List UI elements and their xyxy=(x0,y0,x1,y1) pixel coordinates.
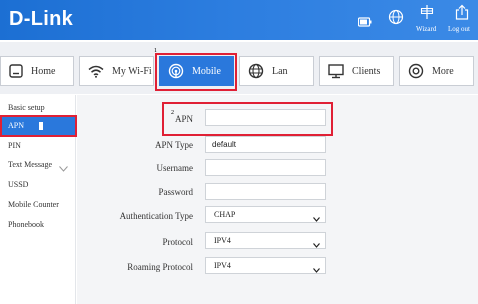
roaming-protocol-label: Roaming Protocol xyxy=(127,262,193,272)
sidebar-item-pin[interactable]: PIN xyxy=(0,137,76,155)
chevron-down-icon xyxy=(313,238,320,253)
monitor-icon xyxy=(328,63,344,79)
apn-input[interactable] xyxy=(205,109,326,126)
top-header: D-Link Wizard Log out xyxy=(0,0,478,40)
logout-icon[interactable] xyxy=(455,4,469,25)
apn-type-label: APN Type xyxy=(155,140,193,150)
sidebar-item-phonebook[interactable]: Phonebook xyxy=(0,216,76,234)
battery-icon xyxy=(357,14,372,32)
tab-clients-label: Clients xyxy=(352,65,381,77)
chevron-down-icon xyxy=(313,263,320,278)
main-tab-bar: Home My Wi-Fi Mobile Lan Clients More xyxy=(0,42,478,94)
tab-clients[interactable]: Clients xyxy=(319,56,394,86)
wizard-label[interactable]: Wizard xyxy=(416,25,436,33)
username-input[interactable] xyxy=(205,159,326,176)
password-label: Password xyxy=(158,187,193,197)
apn-type-input[interactable]: default xyxy=(205,136,326,153)
logout-label[interactable]: Log out xyxy=(448,25,470,33)
tab-my-wifi-label: My Wi-Fi xyxy=(112,65,152,77)
auth-type-label: Authentication Type xyxy=(119,211,193,221)
sidebar-item-mobile-counter[interactable]: Mobile Counter xyxy=(0,196,76,214)
tab-my-wifi[interactable]: My Wi-Fi xyxy=(79,56,154,86)
protocol-value: IPV4 xyxy=(214,236,231,245)
tab-home-label: Home xyxy=(31,65,56,77)
tab-lan-label: Lan xyxy=(272,65,288,77)
home-icon xyxy=(9,64,23,78)
globe-icon[interactable] xyxy=(388,9,404,30)
sidebar-item-text-message-label: Text Message xyxy=(8,160,53,169)
wifi-icon xyxy=(88,65,104,78)
apn-label: APN xyxy=(174,114,193,124)
more-icon xyxy=(408,63,424,79)
roaming-protocol-select[interactable]: IPV4 xyxy=(205,257,326,274)
sidebar-item-ussd[interactable]: USSD xyxy=(0,176,76,194)
chevron-down-icon xyxy=(313,212,320,227)
lan-globe-icon xyxy=(248,63,264,79)
auth-type-select[interactable]: CHAP xyxy=(205,206,326,223)
tab-lan[interactable]: Lan xyxy=(239,56,314,86)
roaming-protocol-value: IPV4 xyxy=(214,261,231,270)
password-input[interactable] xyxy=(205,183,326,200)
protocol-select[interactable]: IPV4 xyxy=(205,232,326,249)
protocol-label: Protocol xyxy=(162,237,194,247)
wizard-icon[interactable] xyxy=(420,4,434,25)
sidebar-item-text-message[interactable]: Text Message xyxy=(0,156,76,174)
auth-type-value: CHAP xyxy=(214,210,236,219)
username-label: Username xyxy=(156,163,193,173)
tab-home[interactable]: Home xyxy=(0,56,74,86)
tab-more-label: More xyxy=(432,65,454,77)
apn-sidebar-highlight xyxy=(0,115,77,137)
d-link-logo: D-Link xyxy=(9,8,74,30)
mobile-tab-highlight xyxy=(155,53,237,91)
tab-more[interactable]: More xyxy=(399,56,474,86)
